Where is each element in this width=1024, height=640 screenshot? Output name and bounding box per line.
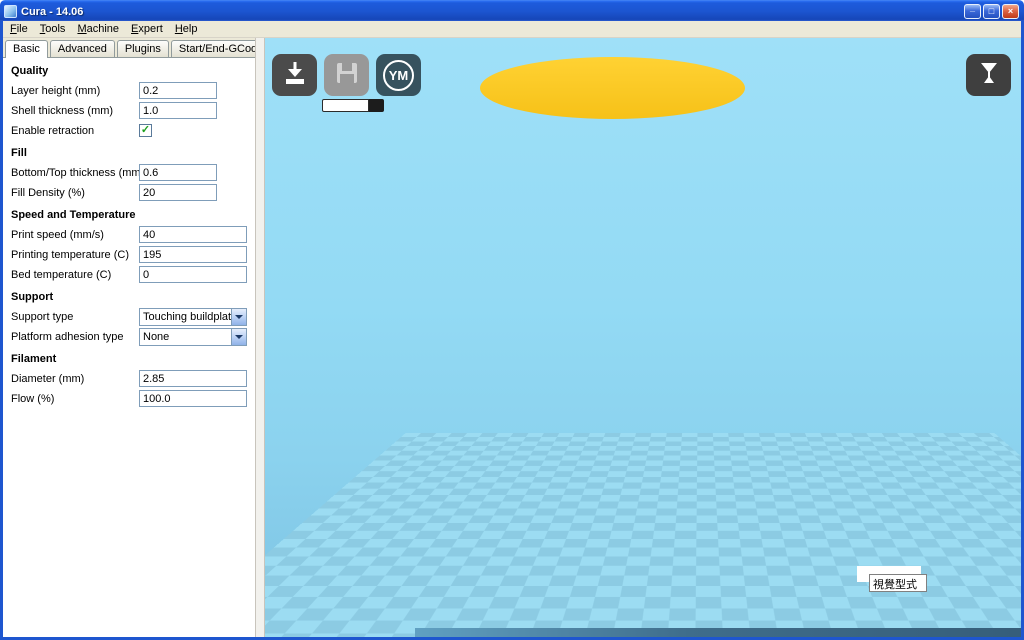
section-title-fill: Fill bbox=[11, 147, 247, 159]
menu-item-file[interactable]: File bbox=[4, 22, 34, 36]
cura-logo-icon bbox=[4, 5, 17, 18]
close-button[interactable]: × bbox=[1002, 4, 1019, 19]
setting-row-printing-temperature-c: Printing temperature (C) bbox=[11, 245, 247, 264]
input-shell-thickness-mm[interactable] bbox=[139, 102, 217, 119]
menu-item-tools[interactable]: Tools bbox=[34, 22, 72, 36]
input-flow[interactable] bbox=[139, 390, 247, 407]
setting-row-bed-temperature-c: Bed temperature (C) bbox=[11, 265, 247, 284]
input-bed-temperature-c[interactable] bbox=[139, 266, 247, 283]
load-model-icon bbox=[282, 60, 308, 91]
setting-label: Bottom/Top thickness (mm) bbox=[11, 167, 139, 179]
title-bar[interactable]: Cura - 14.06 _ □ × bbox=[0, 0, 1024, 21]
settings-sidebar: BasicAdvancedPluginsStart/End-GCode Qual… bbox=[3, 38, 255, 637]
input-layer-height-mm[interactable] bbox=[139, 82, 217, 99]
dropdown-arrow-icon bbox=[231, 309, 246, 325]
3d-viewport[interactable]: YM 視覺型式 bbox=[265, 38, 1021, 637]
menu-bar: FileToolsMachineExpertHelp bbox=[3, 21, 1021, 38]
vertical-scrollbar[interactable] bbox=[255, 38, 265, 637]
youmagine-icon: YM bbox=[383, 60, 414, 91]
tab-row: BasicAdvancedPluginsStart/End-GCode bbox=[3, 38, 255, 57]
menu-item-expert[interactable]: Expert bbox=[125, 22, 169, 36]
progress-bar-end bbox=[369, 99, 384, 112]
minimize-icon: _ bbox=[970, 4, 975, 13]
setting-row-layer-height-mm: Layer height (mm) bbox=[11, 81, 247, 100]
setting-label: Support type bbox=[11, 311, 139, 323]
checkbox-enable-retraction[interactable]: ✓ bbox=[139, 124, 152, 137]
section-title-support: Support bbox=[11, 291, 247, 303]
setting-row-support-type: Support typeTouching buildplate bbox=[11, 307, 247, 326]
setting-row-enable-retraction: Enable retraction✓ bbox=[11, 121, 247, 140]
input-print-speed-mm-s[interactable] bbox=[139, 226, 247, 243]
menu-item-help[interactable]: Help bbox=[169, 22, 204, 36]
input-printing-temperature-c[interactable] bbox=[139, 246, 247, 263]
input-bottom-top-thickness-mm[interactable] bbox=[139, 164, 217, 181]
save-toolpath-button[interactable] bbox=[324, 54, 369, 96]
section-title-filament: Filament bbox=[11, 353, 247, 365]
setting-row-flow: Flow (%) bbox=[11, 389, 247, 408]
select-value: None bbox=[140, 331, 231, 343]
setting-label: Printing temperature (C) bbox=[11, 249, 139, 261]
build-plate-front-edge bbox=[415, 628, 1021, 637]
app-window: Cura - 14.06 _ □ × FileToolsMachineExper… bbox=[0, 0, 1024, 640]
setting-row-shell-thickness-mm: Shell thickness (mm) bbox=[11, 101, 247, 120]
slicing-progress bbox=[322, 99, 384, 112]
maximize-button[interactable]: □ bbox=[983, 4, 1000, 19]
tab-basic[interactable]: Basic bbox=[5, 40, 48, 58]
minimize-button[interactable]: _ bbox=[964, 4, 981, 19]
setting-label: Fill Density (%) bbox=[11, 187, 139, 199]
tab-plugins[interactable]: Plugins bbox=[117, 40, 169, 57]
main-content: BasicAdvancedPluginsStart/End-GCode Qual… bbox=[3, 38, 1021, 637]
section-title-speed-and-temperature: Speed and Temperature bbox=[11, 209, 247, 221]
setting-label: Flow (%) bbox=[11, 393, 139, 405]
select-platform-adhesion-type[interactable]: None bbox=[139, 328, 247, 346]
load-model-button[interactable] bbox=[272, 54, 317, 96]
settings-panel: Quality Layer height (mm) Shell thickness … bbox=[3, 57, 255, 637]
window-title: Cura - 14.06 bbox=[21, 6, 960, 18]
section-title-quality: Quality bbox=[11, 65, 247, 77]
select-value: Touching buildplate bbox=[140, 311, 231, 323]
maximize-icon: □ bbox=[989, 7, 994, 16]
youmagine-share-button[interactable]: YM bbox=[376, 54, 421, 96]
setting-row-print-speed-mm-s: Print speed (mm/s) bbox=[11, 225, 247, 244]
view-mode-icon bbox=[975, 59, 1003, 92]
setting-row-fill-density: Fill Density (%) bbox=[11, 183, 247, 202]
setting-label: Enable retraction bbox=[11, 125, 139, 137]
setting-label: Layer height (mm) bbox=[11, 85, 139, 97]
setting-label: Print speed (mm/s) bbox=[11, 229, 139, 241]
model-cylinder[interactable] bbox=[480, 88, 745, 608]
dropdown-arrow-icon bbox=[231, 329, 246, 345]
save-toolpath-icon bbox=[334, 60, 360, 91]
model-cylinder-top[interactable] bbox=[480, 57, 745, 119]
setting-label: Platform adhesion type bbox=[11, 331, 139, 343]
tab-advanced[interactable]: Advanced bbox=[50, 40, 115, 57]
input-diameter-mm[interactable] bbox=[139, 370, 247, 387]
input-fill-density[interactable] bbox=[139, 184, 217, 201]
setting-row-platform-adhesion-type: Platform adhesion typeNone bbox=[11, 327, 247, 346]
setting-row-diameter-mm: Diameter (mm) bbox=[11, 369, 247, 388]
setting-label: Diameter (mm) bbox=[11, 373, 139, 385]
setting-label: Shell thickness (mm) bbox=[11, 105, 139, 117]
close-icon: × bbox=[1008, 7, 1013, 16]
progress-bar bbox=[322, 99, 369, 112]
setting-row-bottom-top-thickness-mm: Bottom/Top thickness (mm) bbox=[11, 163, 247, 182]
view-type-tooltip: 視覺型式 bbox=[869, 574, 927, 592]
view-mode-button[interactable] bbox=[966, 54, 1011, 96]
menu-item-machine[interactable]: Machine bbox=[71, 22, 125, 36]
select-support-type[interactable]: Touching buildplate bbox=[139, 308, 247, 326]
setting-label: Bed temperature (C) bbox=[11, 269, 139, 281]
window-controls: _ □ × bbox=[964, 4, 1021, 19]
